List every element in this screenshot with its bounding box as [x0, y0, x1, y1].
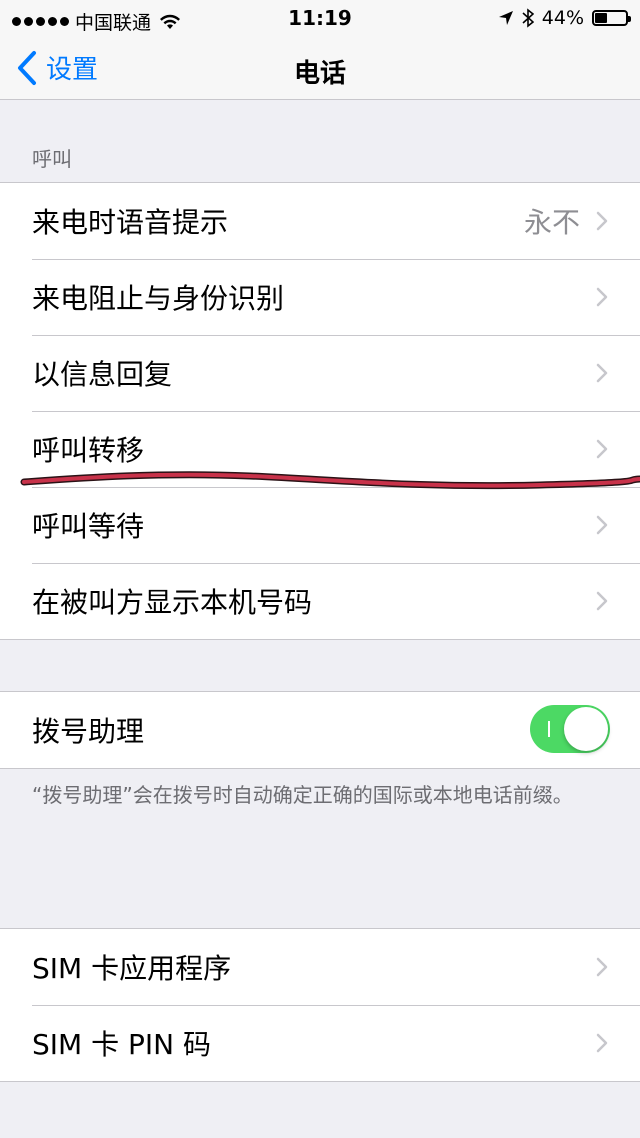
row-label: 呼叫转移 — [32, 434, 145, 467]
row-label: 来电时语音提示 — [32, 206, 229, 239]
bluetooth-icon — [522, 8, 534, 28]
dial-assist-group: 拨号助理 — [0, 691, 640, 769]
status-right: 44% — [498, 7, 631, 29]
row-value: 永不 — [523, 206, 580, 239]
row-sim-applications[interactable]: SIM 卡应用程序 — [0, 929, 640, 1005]
row-dial-assist: 拨号助理 — [0, 692, 640, 768]
row-respond-with-text[interactable]: 以信息回复 — [0, 335, 640, 411]
dial-assist-footnote: “拨号助理”会在拨号时自动确定正确的国际或本地电话前缀。 — [32, 783, 573, 807]
row-call-blocking[interactable]: 来电阻止与身份识别 — [0, 259, 640, 335]
chevron-right-icon — [596, 363, 608, 383]
row-sim-pin[interactable]: SIM 卡 PIN 码 — [0, 1005, 640, 1081]
chevron-right-icon — [596, 591, 608, 611]
toggle-knob — [564, 707, 608, 751]
battery-level — [595, 13, 608, 23]
row-label: SIM 卡 PIN 码 — [32, 1028, 211, 1061]
navigation-bar: 设置 电话 — [0, 40, 640, 100]
row-label: SIM 卡应用程序 — [32, 952, 232, 985]
chevron-right-icon — [596, 1033, 608, 1053]
row-label: 以信息回复 — [32, 358, 173, 391]
location-arrow-icon — [498, 11, 513, 25]
row-call-waiting[interactable]: 呼叫等待 — [0, 487, 640, 563]
section-header-calls: 呼叫 — [32, 147, 72, 171]
row-show-caller-id[interactable]: 在被叫方显示本机号码 — [0, 563, 640, 639]
row-label: 拨号助理 — [32, 715, 145, 748]
chevron-right-icon — [596, 957, 608, 977]
row-label: 来电阻止与身份识别 — [32, 282, 285, 315]
chevron-right-icon — [596, 439, 608, 459]
row-label: 呼叫等待 — [32, 510, 145, 543]
chevron-right-icon — [596, 515, 608, 535]
row-announce-calls[interactable]: 来电时语音提示 永不 — [0, 183, 640, 259]
chevron-right-icon — [596, 287, 608, 307]
row-label: 在被叫方显示本机号码 — [32, 586, 313, 619]
dial-assist-toggle[interactable] — [530, 705, 610, 753]
calls-group: 来电时语音提示 永不 来电阻止与身份识别 以信息回复 呼叫转移 呼叫等待 在被叫… — [0, 182, 640, 640]
chevron-right-icon — [596, 211, 608, 231]
page-title: 电话 — [293, 59, 346, 89]
row-call-forwarding[interactable]: 呼叫转移 — [0, 411, 640, 487]
status-bar: 中国联通 11:19 44% — [0, 0, 640, 40]
battery-percent: 44% — [541, 7, 584, 29]
sim-group: SIM 卡应用程序 SIM 卡 PIN 码 — [0, 928, 640, 1082]
toggle-on-mark-icon — [548, 721, 550, 737]
battery-icon — [592, 10, 631, 26]
